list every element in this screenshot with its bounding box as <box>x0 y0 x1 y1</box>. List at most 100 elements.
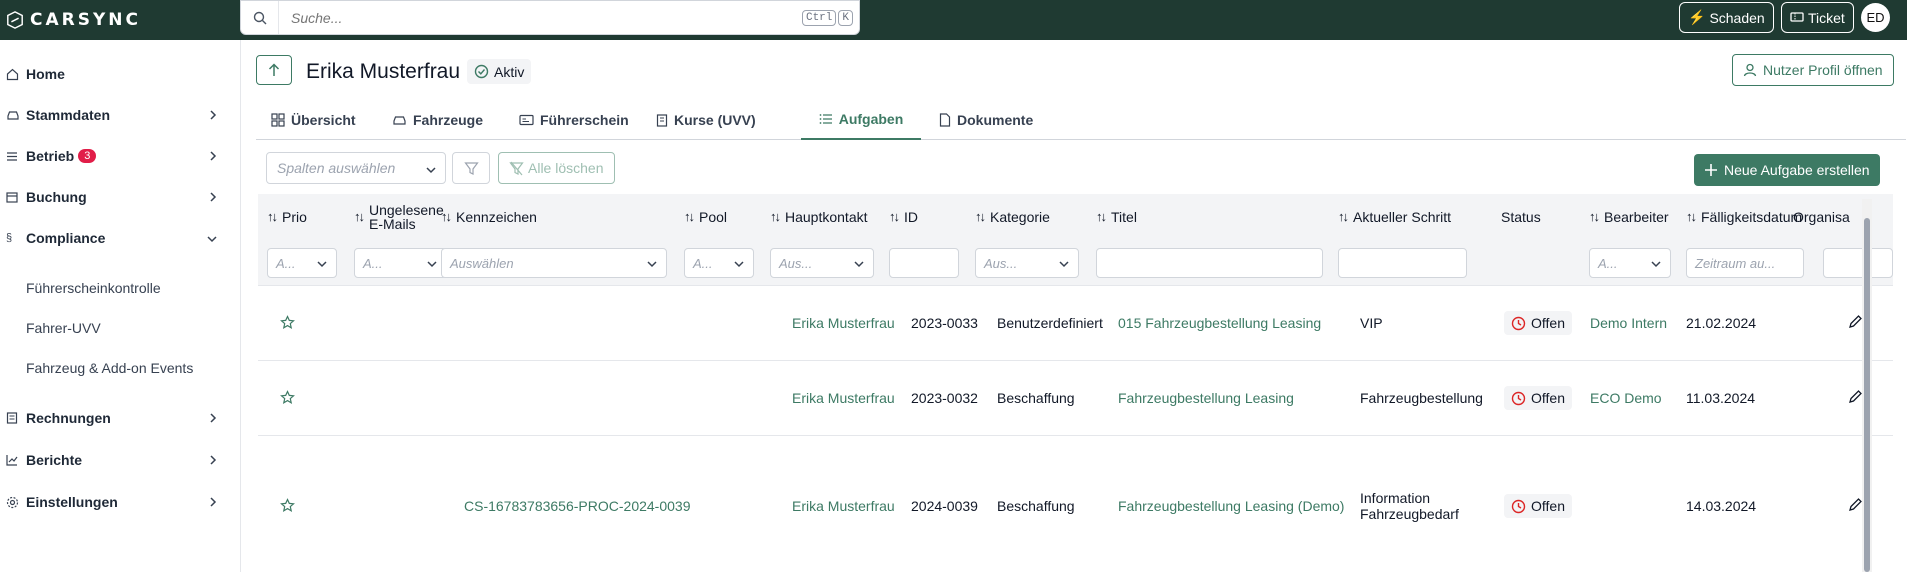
sidebar-label-einstellungen: Einstellungen <box>26 494 118 510</box>
col-header-prio[interactable]: ↑↓ Prio <box>267 194 307 240</box>
sort-icon: ↑↓ <box>441 209 452 224</box>
col-header-kennzeichen[interactable]: ↑↓ Kennzeichen <box>441 194 537 240</box>
col-label: Ungelesene E-Mails <box>369 203 444 231</box>
search-icon <box>241 1 279 34</box>
filter-schritt[interactable] <box>1338 248 1467 278</box>
open-profile-button[interactable]: Nutzer Profil öffnen <box>1732 54 1894 86</box>
sidebar-item-berichte[interactable]: Berichte <box>0 445 230 475</box>
col-header-pool[interactable]: ↑↓ Pool <box>684 194 727 240</box>
col-label: Fälligkeitsdatum <box>1701 209 1803 225</box>
chart-icon <box>0 454 26 466</box>
task-status-badge: Offen <box>1504 494 1572 518</box>
tab-kurse[interactable]: Kurse (UVV) <box>656 100 756 140</box>
table-row[interactable]: CS-16783783656-PROC-2024-0039 Erika Must… <box>258 436 1893 572</box>
logo[interactable]: CARSYNC <box>6 6 141 34</box>
task-status-label: Offen <box>1531 498 1565 514</box>
sidebar-item-compliance[interactable]: § Compliance <box>0 223 230 253</box>
filter-faellig[interactable]: Zeitraum au... <box>1686 248 1804 278</box>
tab-label: Dokumente <box>957 112 1034 128</box>
task-status-label: Offen <box>1531 315 1565 331</box>
tab-uebersicht[interactable]: Übersicht <box>271 100 356 140</box>
sidebar-subitem-fuehrerscheinkontrolle[interactable]: Führerscheinkontrolle <box>26 280 161 296</box>
filter-button[interactable] <box>452 152 490 184</box>
edit-icon[interactable] <box>1848 314 1863 334</box>
col-header-faellig[interactable]: ↑↓ Fälligkeitsdatum <box>1686 194 1802 240</box>
main-content: Erika Musterfrau Aktiv Nutzer Profil öff… <box>240 40 1907 572</box>
tab-dokumente[interactable]: Dokumente <box>939 100 1033 140</box>
star-icon[interactable] <box>280 498 295 518</box>
schaden-button[interactable]: ⚡ Schaden <box>1679 2 1774 33</box>
task-title-link[interactable]: 015 Fahrzeugbestellung Leasing <box>1118 315 1321 331</box>
star-icon[interactable] <box>280 390 295 410</box>
col-header-bearbeiter[interactable]: ↑↓ Bearbeiter <box>1589 194 1669 240</box>
new-task-button[interactable]: Neue Aufgabe erstellen <box>1694 154 1880 186</box>
sidebar-item-buchung[interactable]: Buchung <box>0 182 230 212</box>
task-title-link[interactable]: Fahrzeugbestellung Leasing (Demo) <box>1118 498 1344 514</box>
sidebar-subitem-fahrer-uvv[interactable]: Fahrer-UVV <box>26 320 101 336</box>
sidebar-item-stammdaten[interactable]: Stammdaten <box>0 100 230 130</box>
sidebar: Home Stammdaten Betrieb 3 Buchung § Comp… <box>0 40 240 572</box>
filter-prio[interactable]: A... <box>267 248 337 278</box>
filter-off-icon <box>509 161 524 175</box>
col-header-kategorie[interactable]: ↑↓ Kategorie <box>975 194 1050 240</box>
col-header-titel[interactable]: ↑↓ Titel <box>1096 194 1137 240</box>
task-title-link[interactable]: Fahrzeugbestellung Leasing <box>1118 390 1294 406</box>
chevron-right-icon <box>208 108 218 124</box>
table-row[interactable]: Erika Musterfrau 2023-0033 Benutzerdefin… <box>258 286 1893 361</box>
filter-id[interactable] <box>889 248 959 278</box>
filter-organisation[interactable] <box>1823 248 1893 278</box>
col-label: Organisa <box>1793 209 1850 225</box>
filter-hauptkontakt[interactable]: Aus... <box>770 248 874 278</box>
col-label: Kategorie <box>990 209 1050 225</box>
col-header-hauptkontakt[interactable]: ↑↓ Hauptkontakt <box>770 194 868 240</box>
back-button[interactable] <box>256 55 292 85</box>
col-label: ID <box>904 209 918 225</box>
tab-fahrzeuge[interactable]: Fahrzeuge <box>392 100 483 140</box>
ticket-icon <box>1790 10 1804 26</box>
hauptkontakt-link[interactable]: Erika Musterfrau <box>792 315 895 331</box>
car-icon <box>0 109 26 121</box>
hauptkontakt-link[interactable]: Erika Musterfrau <box>792 498 895 514</box>
sidebar-item-betrieb[interactable]: Betrieb 3 <box>0 141 230 171</box>
tab-label: Führerschein <box>540 112 629 128</box>
tab-aufgaben[interactable]: Aufgaben <box>801 100 921 140</box>
bearbeiter-link[interactable]: ECO Demo <box>1590 390 1662 406</box>
tab-fuehrerschein[interactable]: Führerschein <box>519 100 629 140</box>
ticket-button[interactable]: Ticket <box>1781 2 1854 33</box>
task-list-icon <box>819 114 832 124</box>
hauptkontakt-link[interactable]: Erika Musterfrau <box>792 390 895 406</box>
table-row[interactable]: Erika Musterfrau 2023-0032 Beschaffung F… <box>258 361 1893 436</box>
filter-titel[interactable] <box>1096 248 1323 278</box>
sidebar-item-home[interactable]: Home <box>0 59 230 89</box>
col-header-schritt[interactable]: ↑↓ Aktueller Schritt <box>1338 194 1451 240</box>
chevron-down-icon <box>206 231 218 247</box>
clock-icon <box>1511 316 1526 330</box>
sidebar-label-rechnungen: Rechnungen <box>26 410 111 426</box>
col-header-id[interactable]: ↑↓ ID <box>889 194 918 240</box>
star-icon[interactable] <box>280 315 295 335</box>
avatar[interactable]: ED <box>1861 3 1890 32</box>
filter-kategorie[interactable]: Aus... <box>975 248 1079 278</box>
col-header-organisation[interactable]: Organisa <box>1793 194 1850 240</box>
table-scrollbar-thumb[interactable] <box>1864 218 1870 572</box>
top-bar: CARSYNC Ctrl K ⚡ Schaden Ticket ED <box>0 0 1907 40</box>
sidebar-subitem-fahrzeug-events[interactable]: Fahrzeug & Add-on Events <box>26 360 193 376</box>
search-input[interactable] <box>279 9 802 26</box>
bearbeiter-link[interactable]: Demo Intern <box>1590 315 1667 331</box>
filter-bearbeiter[interactable]: A... <box>1589 248 1671 278</box>
clear-filters-button[interactable]: Alle löschen <box>498 152 615 184</box>
filter-icon <box>463 161 479 175</box>
chevron-right-icon <box>208 495 218 511</box>
col-header-unread[interactable]: ↑↓ Ungelesene E-Mails <box>354 194 444 240</box>
edit-icon[interactable] <box>1848 497 1863 517</box>
column-select[interactable]: Spalten auswählen <box>266 152 446 184</box>
filter-unread[interactable]: A... <box>354 248 447 278</box>
kennzeichen-link[interactable]: CS-16783783656-PROC-2024-0039 <box>464 498 690 514</box>
sidebar-item-einstellungen[interactable]: Einstellungen <box>0 487 230 517</box>
filter-kennzeichen[interactable]: Auswählen <box>441 248 667 278</box>
betrieb-badge: 3 <box>78 149 97 163</box>
search-bar[interactable]: Ctrl K <box>240 0 860 35</box>
filter-pool[interactable]: A... <box>684 248 754 278</box>
edit-icon[interactable] <box>1848 389 1863 409</box>
sidebar-item-rechnungen[interactable]: Rechnungen <box>0 403 230 433</box>
